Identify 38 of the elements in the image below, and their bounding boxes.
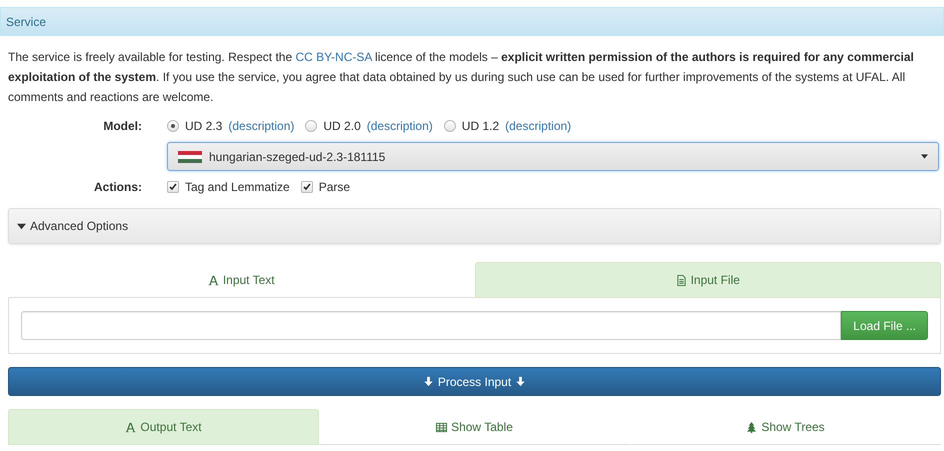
radio-label: UD 2.3 bbox=[185, 119, 222, 133]
licence-link[interactable]: CC BY-NC-SA bbox=[295, 50, 372, 64]
notice-text: The service is freely available for testing. Respect the CC BY-NC-SA licence of the models – explicit written permission of the authors is required for any commercial exploitation of the system. If you use the service, you agree that data obtained by us during such use can be used for further improvements of the systems at UFAL. All comments and reactions are welcome. bbox=[8, 49, 915, 106]
actions-label: Actions: bbox=[93, 180, 143, 194]
checkbox-label: Tag and Lemmatize bbox=[185, 180, 290, 194]
checkbox[interactable] bbox=[300, 181, 313, 193]
tab[interactable]: Input File bbox=[474, 262, 941, 298]
radio-button[interactable] bbox=[167, 120, 179, 132]
tab[interactable]: Output Text bbox=[8, 409, 319, 445]
down-arrow-icon bbox=[515, 376, 526, 387]
model-label: Model: bbox=[102, 119, 143, 133]
process-input-button[interactable]: Process Input bbox=[8, 367, 941, 396]
font-icon bbox=[208, 274, 219, 286]
down-arrow-icon bbox=[422, 376, 434, 387]
tab[interactable]: Show Trees bbox=[630, 409, 941, 445]
model-dropdown[interactable]: hungarian-szeged-ud-2.3-181115 bbox=[167, 142, 939, 171]
radio-label: UD 2.0 bbox=[323, 119, 361, 133]
description-link[interactable]: (description) bbox=[505, 119, 572, 133]
table-icon bbox=[436, 422, 448, 432]
flag-icon bbox=[178, 150, 202, 162]
tree-icon bbox=[746, 422, 758, 432]
description-link[interactable]: (description) bbox=[228, 119, 294, 133]
checkbox[interactable] bbox=[167, 181, 179, 193]
caret-icon bbox=[921, 153, 928, 160]
panel-title: Service bbox=[6, 14, 46, 28]
file-field[interactable] bbox=[21, 311, 842, 340]
advanced-options-bar[interactable]: Advanced Options bbox=[8, 208, 941, 244]
radio-button[interactable] bbox=[305, 120, 318, 132]
radio-button[interactable] bbox=[444, 120, 456, 132]
tab[interactable]: Input Text bbox=[8, 262, 474, 298]
load-file-button[interactable]: Load File ... bbox=[841, 311, 928, 340]
tab[interactable]: Show Table bbox=[319, 409, 630, 445]
description-link[interactable]: (description) bbox=[366, 119, 433, 133]
checkbox-label: Parse bbox=[318, 180, 350, 194]
radio-label: UD 1.2 bbox=[462, 119, 500, 133]
caret-icon bbox=[17, 222, 26, 230]
font-icon bbox=[125, 422, 136, 432]
file-icon bbox=[676, 274, 687, 286]
